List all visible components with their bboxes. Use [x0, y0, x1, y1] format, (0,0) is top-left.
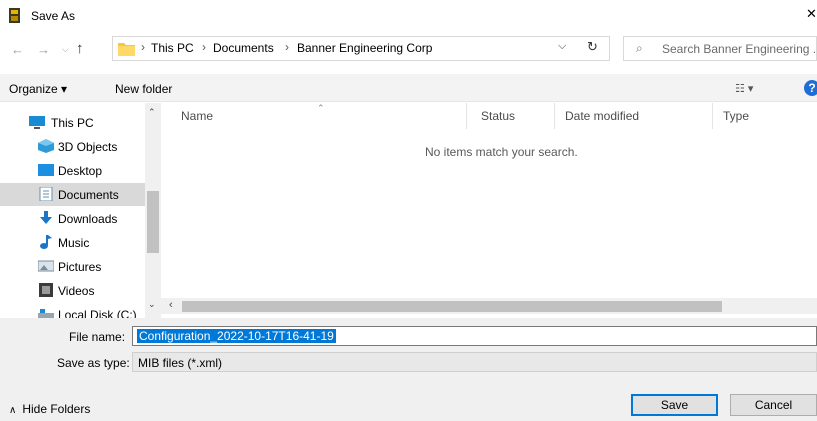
column-header-type[interactable]: Type — [713, 103, 817, 129]
hide-folders-button[interactable]: ∧ Hide Folders — [9, 402, 90, 416]
scroll-up-icon[interactable]: ⌃ — [148, 107, 156, 118]
scrollbar-thumb[interactable] — [182, 301, 722, 312]
nav-item-downloads[interactable]: Downloads — [0, 207, 145, 230]
film-icon — [39, 283, 53, 297]
scroll-down-icon[interactable]: ⌄ — [148, 299, 156, 310]
forward-button[interactable]: → — [37, 42, 50, 57]
chevron-down-icon[interactable]: ⌵ — [558, 40, 566, 53]
horizontal-scrollbar[interactable]: ‹ — [161, 298, 817, 314]
pictures-icon — [38, 260, 54, 272]
nav-item-3d-objects[interactable]: 3D Objects — [0, 135, 145, 158]
search-placeholder: Search Banner Engineering ... — [662, 42, 817, 56]
file-name-value: Configuration_2022-10-17T16-41-19 — [137, 329, 336, 343]
file-list[interactable]: Name ⌃ Status Date modified Type No item… — [161, 103, 817, 318]
back-button[interactable]: ← — [11, 42, 24, 57]
breadcrumb-separator-icon[interactable]: › — [141, 40, 145, 54]
breadcrumb-separator-icon[interactable]: › — [285, 40, 289, 54]
column-header-label: Type — [723, 109, 750, 123]
download-arrow-icon — [40, 211, 52, 224]
refresh-icon[interactable]: ↻ — [587, 39, 598, 55]
breadcrumb-banner-engineering[interactable]: Banner Engineering Corp — [297, 41, 432, 55]
column-header-name[interactable]: Name — [161, 103, 467, 129]
save-button[interactable]: Save — [631, 394, 718, 416]
save-as-type-label: Save as type: — [57, 356, 130, 370]
file-name-input[interactable]: Configuration_2022-10-17T16-41-19 — [132, 326, 817, 346]
nav-item-label: Downloads — [58, 212, 118, 226]
save-as-type-select[interactable]: MIB files (*.xml) — [132, 352, 817, 372]
file-name-label: File name: — [69, 330, 126, 344]
column-header-label: Name — [181, 109, 214, 123]
title-bar: Save As ✕ — [0, 0, 817, 32]
nav-item-music[interactable]: Music — [0, 231, 145, 254]
scrollbar-thumb[interactable] — [147, 191, 159, 253]
command-bar: Organize ▾ New folder ☷ ▾ ? — [0, 74, 817, 102]
breadcrumb-this-pc[interactable]: This PC — [151, 41, 194, 55]
help-icon[interactable]: ? — [804, 80, 817, 96]
nav-item-label: This PC — [51, 116, 94, 130]
search-icon: ⌕ — [636, 41, 643, 55]
nav-item-documents[interactable]: Documents — [0, 183, 145, 206]
documents-icon — [39, 187, 53, 201]
save-options-panel: File name: Configuration_2022-10-17T16-4… — [0, 318, 817, 421]
sort-ascending-icon: ⌃ — [317, 103, 325, 113]
nav-item-videos[interactable]: Videos — [0, 279, 145, 302]
close-icon[interactable]: ✕ — [806, 6, 817, 22]
desktop-icon — [38, 164, 54, 176]
organize-button[interactable]: Organize ▾ — [9, 82, 67, 96]
recent-locations-chevron-icon[interactable]: ⌵ — [62, 44, 69, 55]
column-header-label: Status — [481, 109, 516, 123]
nav-item-this-pc[interactable]: This PC — [0, 111, 145, 134]
nav-item-label: Music — [58, 236, 90, 250]
save-as-type-value: MIB files (*.xml) — [138, 356, 222, 370]
empty-message: No items match your search. — [425, 145, 578, 159]
column-header-label: Date modified — [565, 109, 640, 123]
nav-item-label: Documents — [58, 188, 119, 202]
chevron-up-icon: ∧ — [9, 405, 17, 416]
app-icon — [9, 8, 20, 23]
folder-icon — [118, 43, 135, 56]
new-folder-button[interactable]: New folder — [115, 82, 172, 96]
up-button[interactable]: ↑ — [76, 40, 84, 57]
breadcrumb-documents[interactable]: Documents — [213, 41, 274, 55]
nav-item-desktop[interactable]: Desktop — [0, 159, 145, 182]
navigation-pane: This PC 3D Objects Desktop Documents Dow… — [0, 103, 161, 318]
disk-icon — [38, 309, 54, 318]
breadcrumb-separator-icon[interactable]: › — [202, 40, 206, 54]
nav-item-label: 3D Objects — [58, 140, 118, 154]
view-options-button[interactable]: ☷ ▾ — [735, 82, 753, 95]
nav-item-local-disk[interactable]: Local Disk (C:) — [0, 303, 145, 318]
nav-item-pictures[interactable]: Pictures — [0, 255, 145, 278]
address-bar[interactable]: › This PC › Documents › Banner Engineeri… — [112, 36, 610, 61]
scroll-left-icon[interactable]: ‹ — [169, 299, 173, 311]
hide-folders-label: Hide Folders — [22, 402, 91, 416]
window-title: Save As — [31, 9, 76, 23]
search-input[interactable]: ⌕ Search Banner Engineering ... — [623, 36, 817, 61]
nav-item-label: Local Disk (C:) — [58, 308, 137, 318]
cancel-button[interactable]: Cancel — [730, 394, 817, 416]
pc-icon — [29, 116, 45, 129]
music-note-icon — [40, 235, 52, 249]
nav-item-label: Pictures — [58, 260, 102, 274]
nav-item-label: Videos — [58, 284, 95, 298]
column-header-date-modified[interactable]: Date modified — [555, 103, 713, 129]
cube-icon — [38, 139, 54, 153]
column-header-status[interactable]: Status — [467, 103, 555, 129]
nav-item-label: Desktop — [58, 164, 103, 178]
nav-pane-scrollbar[interactable]: ⌃ ⌄ — [145, 103, 161, 318]
